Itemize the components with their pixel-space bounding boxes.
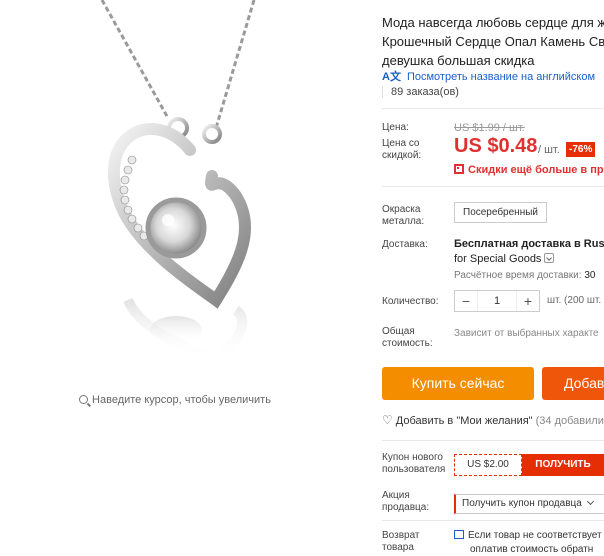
color-label: Окраска металла: [382,204,425,227]
discount-badge: -76% [566,142,596,157]
delivery-time: Расчётное время доставки: 30 [454,270,595,281]
translate-link-text[interactable]: Посмотреть название на английском [407,71,595,83]
quantity-stepper: − 1 + [454,290,540,312]
wishlist-text[interactable]: Добавить в "Мои желания" [396,415,533,427]
seller-coupon-select[interactable]: Получить купон продавца [454,494,604,514]
price-label: Цена: [382,122,409,133]
buy-now-button[interactable]: Купить сейчас [382,367,534,400]
get-coupon-button[interactable]: ПОЛУЧИТЬ [522,454,604,476]
coupon-value: US $2.00 [454,454,522,476]
product-detail: Мода навсегда любовь сердце для же Кроше… [372,0,604,556]
original-price: US $1.99 / шт. [454,122,525,134]
return-icon [454,530,464,539]
delivery-time-label: Расчётное время доставки: [454,270,582,281]
title-line: Крошечный Сердце Опал Камень Св [382,34,604,49]
stock-note: шт. (200 шт. [547,295,602,306]
delivery-label: Доставка: [382,239,428,250]
return-text-line: Если товар не соответствует [468,530,602,541]
magnifier-icon [79,395,89,404]
add-to-wishlist[interactable]: ♡ Добавить в "Мои желания" (34 добавили) [382,413,604,427]
quantity-input[interactable]: 1 [477,291,517,311]
delivery-method-text: for Special Goods [454,253,542,265]
translate-link[interactable]: A文 Посмотреть название на английском [382,68,595,84]
color-option[interactable]: Посеребренный [454,202,547,223]
delivery-option[interactable]: Бесплатная доставка в Russi [454,238,604,250]
seller-coupon-text: Получить купон продавца [462,498,582,509]
return-text-line: оплатив стоимость обратн [470,544,594,555]
quantity-increase-button[interactable]: + [517,293,539,309]
return-policy: Если товар не соответствует оплатив стои… [454,529,602,556]
chevron-down-icon [586,497,594,506]
divider [382,108,604,109]
product-image[interactable] [40,0,340,380]
price-unit: / шт. [538,144,560,156]
total-label: Общая стоимость: [382,326,433,349]
quantity-label: Количество: [382,296,439,307]
quantity-decrease-button[interactable]: − [455,293,477,309]
product-gallery: Наведите курсор, чтобы увеличить [0,0,372,556]
wishlist-count: (34 добавили) [535,415,604,427]
delivery-time-value: 30 [584,270,596,281]
app-discount-link[interactable]: Скидки ещё больше в прил [454,164,604,176]
app-discount-text[interactable]: Скидки ещё больше в прил [468,164,604,176]
zoom-hint: Наведите курсор, чтобы увеличить [0,394,350,406]
qr-code-icon [454,164,464,174]
add-to-cart-button[interactable]: Добав [542,367,604,400]
seller-promo-label: Акция продавца: [382,490,430,513]
product-title: Мода навсегда любовь сердце для же Кроше… [382,13,604,70]
delivery-method[interactable]: for Special Goods [454,253,555,265]
orders-count: 89 заказа(ов) [382,86,459,98]
heart-icon: ♡ [382,413,393,427]
return-label: Возврат товара [382,530,420,553]
total-note: Зависит от выбранных характе [454,328,599,339]
divider [382,186,604,187]
discount-price-label: Цена со скидкой: [382,138,422,161]
new-user-coupon-label: Купон нового пользователя [382,452,446,475]
translate-icon: A文 [382,71,401,83]
sale-price: US $0.48 [454,135,538,157]
divider [382,440,604,441]
title-line: Мода навсегда любовь сердце для же [382,15,604,30]
divider [382,520,604,521]
chevron-down-icon[interactable] [544,253,555,263]
zoom-hint-text: Наведите курсор, чтобы увеличить [92,394,271,406]
